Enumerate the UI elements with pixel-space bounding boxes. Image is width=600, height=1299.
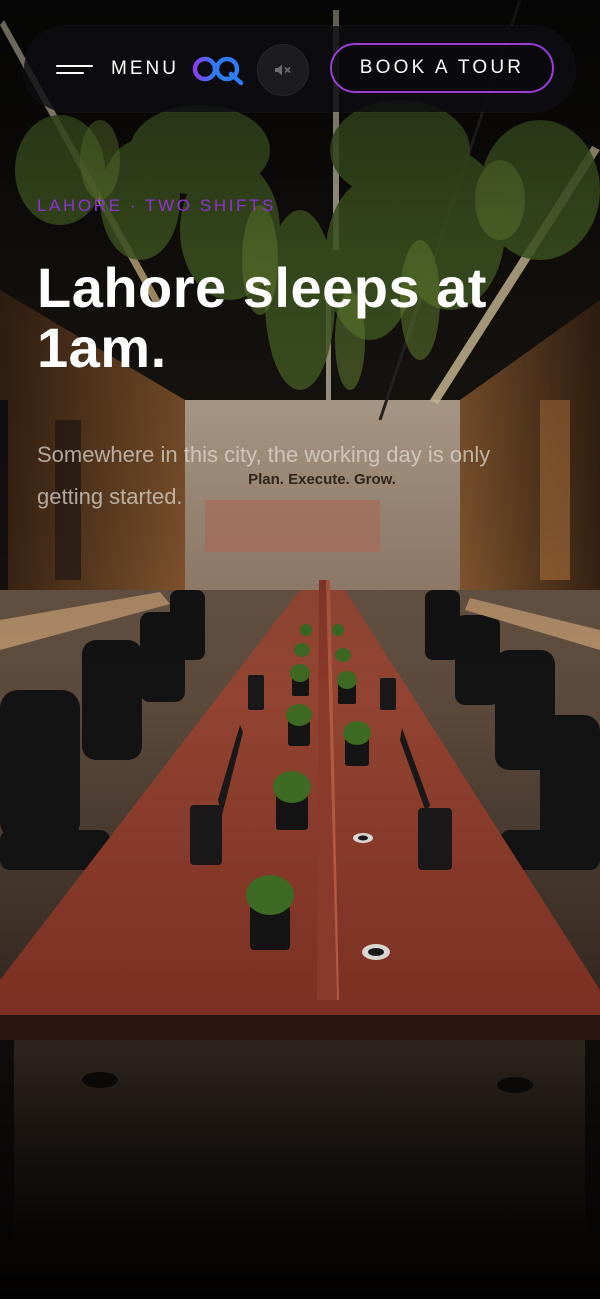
menu-button[interactable]: MENU [56,52,179,86]
book-tour-button[interactable]: BOOK A TOUR [330,43,554,93]
hero-headline: Lahore sleeps at 1am. [37,256,487,379]
hero-background-image: Plan. Execute. Grow. [0,0,600,1299]
hero-eyebrow: LAHORE · TWO SHIFTS [37,196,276,215]
oq-logo-icon[interactable] [191,52,247,86]
hero-subtext: Somewhere in this city, the working day … [37,442,491,509]
mute-button[interactable] [257,44,309,96]
menu-label: MENU [111,58,179,79]
speaker-mute-icon [275,64,291,76]
hamburger-icon [56,62,93,76]
